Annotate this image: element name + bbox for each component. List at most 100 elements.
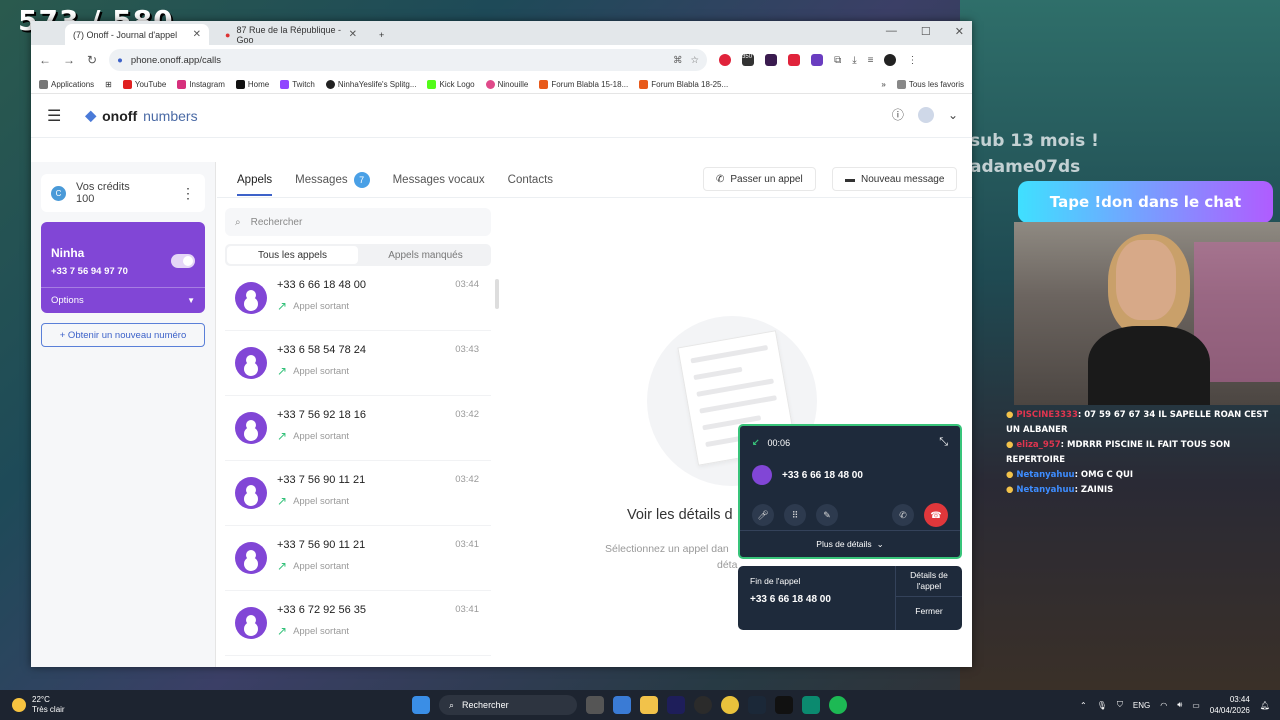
task-view-icon[interactable]: [586, 696, 604, 714]
user-avatar[interactable]: [917, 106, 934, 123]
battery-icon[interactable]: ▭: [1192, 701, 1200, 710]
opera-icon[interactable]: [719, 54, 732, 66]
file-explorer-icon[interactable]: [640, 696, 658, 714]
tab-messages[interactable]: Messages 7: [295, 171, 370, 188]
tab-maps[interactable]: ● 87 Rue de la République - Goo ✕: [217, 24, 365, 45]
contact-avatar-icon: [235, 607, 267, 639]
bookmark-twitch[interactable]: Twitch: [280, 79, 315, 89]
grid-icon[interactable]: ⊞: [105, 80, 112, 89]
extension-icon[interactable]: [788, 54, 801, 66]
download-icon[interactable]: ⤓: [852, 55, 856, 66]
chevron-down-icon[interactable]: ⌄: [948, 108, 958, 122]
translate-icon[interactable]: ⌘: [673, 55, 683, 66]
tab-voicemail[interactable]: Messages vocaux: [393, 174, 485, 186]
new-message-button[interactable]: ▬ Nouveau message: [832, 167, 958, 191]
bookmark-x-home[interactable]: Home: [235, 79, 269, 89]
call-row[interactable]: +33 7 56 92 18 16 ↗ Appel sortant 03:42: [225, 396, 491, 461]
call-row[interactable]: +33 7 56 90 11 21 ↗ Appel sortant 03:41: [225, 526, 491, 591]
spotify-icon[interactable]: [829, 696, 847, 714]
call-row[interactable]: +33 6 66 18 48 00 ↗ Appel sortant 03:44: [225, 266, 491, 331]
bookmark-star-icon[interactable]: ☆: [691, 55, 700, 66]
obs-icon[interactable]: [694, 696, 712, 714]
clock[interactable]: 03:44 04/04/2026: [1210, 694, 1250, 716]
tiktok-icon[interactable]: [775, 696, 793, 714]
all-favorites[interactable]: Tous les favoris: [896, 79, 964, 89]
transfer-call-icon[interactable]: ✆: [892, 504, 914, 526]
bookmark-apps[interactable]: Applications: [39, 79, 94, 89]
filter-all-calls[interactable]: Tous les appels: [227, 246, 358, 264]
call-row[interactable]: +33 7 56 90 11 21 ↗ Appel sortant 03:42: [225, 461, 491, 526]
edit-pencil-icon[interactable]: ✎: [816, 504, 838, 526]
call-type: ↗ Appel sortant: [277, 429, 349, 443]
call-row[interactable]: +33 6 98 25 53 5603:41: [225, 656, 491, 667]
profile-avatar[interactable]: [884, 54, 897, 66]
call-row[interactable]: +33 6 72 92 56 35 ↗ Appel sortant 03:41: [225, 591, 491, 656]
chrome-icon[interactable]: [721, 696, 739, 714]
tab-onoff[interactable]: (7) Onoff - Journal d'appel ✕: [65, 24, 209, 45]
wifi-icon[interactable]: ◠: [1160, 701, 1167, 710]
maximize-icon[interactable]: ☐: [921, 25, 931, 38]
close-icon[interactable]: ✕: [349, 29, 357, 40]
call-row[interactable]: +33 6 58 54 78 24 ↗ Appel sortant 03:43: [225, 331, 491, 396]
bookmark-forum-18-25[interactable]: Forum Blabla 18-25...: [639, 79, 728, 89]
bookmark-ninouille[interactable]: Ninouille: [485, 79, 528, 89]
extension-icon[interactable]: [765, 54, 778, 66]
hang-up-button[interactable]: ☎: [924, 503, 948, 527]
line-toggle[interactable]: [171, 254, 195, 268]
microphone-icon[interactable]: 🎙︎: [1097, 701, 1107, 710]
tab-calls[interactable]: Appels: [237, 164, 273, 196]
options-dropdown[interactable]: Options ▼: [41, 287, 205, 313]
minimize-icon[interactable]: —: [886, 25, 897, 38]
filter-missed-calls[interactable]: Appels manqués: [360, 244, 491, 266]
contact-avatar-icon: [235, 282, 267, 314]
close-icon[interactable]: ✕: [193, 29, 201, 40]
brand-name: onoff: [102, 107, 138, 124]
tab-contacts[interactable]: Contacts: [508, 174, 553, 186]
url-field[interactable]: ● phone.onoff.app/calls ⌘ ☆: [109, 49, 708, 71]
mute-mic-icon[interactable]: 🎤︎: [752, 504, 774, 526]
taskbar-search[interactable]: ⌕ Rechercher: [439, 695, 577, 715]
more-details-button[interactable]: Plus de détails ⌄: [740, 530, 960, 557]
shield-icon[interactable]: [811, 54, 824, 66]
bookmark-instagram[interactable]: Instagram: [177, 79, 225, 89]
bookmark-forum-15-18[interactable]: Forum Blabla 15-18...: [539, 79, 628, 89]
more-bookmarks-icon[interactable]: »: [881, 80, 885, 89]
volume-icon[interactable]: 🔊︎: [1177, 700, 1182, 710]
reload-icon[interactable]: ↻: [87, 53, 97, 67]
media-icon[interactable]: ≡: [868, 55, 874, 66]
make-call-button[interactable]: ✆ Passer un appel: [703, 167, 816, 191]
language-indicator[interactable]: ENG: [1133, 701, 1150, 710]
puzzle-icon[interactable]: ⧉: [834, 55, 841, 66]
new-number-button[interactable]: + Obtenir un nouveau numéro: [41, 323, 205, 347]
shield-icon[interactable]: ⛉: [1117, 700, 1123, 710]
minimize-call-icon[interactable]: ⤡: [939, 436, 948, 449]
ext-badge-icon[interactable]: 350: [742, 54, 755, 66]
bookmark-kick[interactable]: Kick Logo: [427, 79, 475, 89]
keypad-icon[interactable]: ⠿: [784, 504, 806, 526]
new-tab-button[interactable]: +: [371, 24, 392, 45]
streamlabs-icon[interactable]: [802, 696, 820, 714]
more-options-icon[interactable]: ⋮: [181, 185, 195, 202]
back-icon[interactable]: ←: [39, 53, 51, 67]
close-button[interactable]: Fermer: [896, 596, 962, 626]
menu-icon[interactable]: ⋮: [907, 55, 917, 66]
weather-widget[interactable]: 22°C Très clair: [12, 695, 65, 715]
bookmark-splitgate[interactable]: NinhaYeslife's Splitg...: [325, 79, 416, 89]
help-icon[interactable]: ⓘ: [892, 106, 904, 123]
close-window-icon[interactable]: ✕: [955, 25, 964, 38]
chevron-up-icon[interactable]: ⌃: [1080, 701, 1087, 710]
widgets-icon[interactable]: [613, 696, 631, 714]
hamburger-menu-icon[interactable]: ☰: [47, 106, 61, 126]
search-input[interactable]: ⌕ Rechercher: [225, 208, 491, 236]
bookmark-youtube[interactable]: YouTube: [122, 79, 166, 89]
line-card[interactable]: Ninha +33 7 56 94 97 70 Options ▼: [41, 222, 205, 313]
premiere-icon[interactable]: [667, 696, 685, 714]
forward-icon[interactable]: →: [63, 53, 75, 67]
clock-time: 03:44: [1229, 695, 1250, 704]
site-info-icon[interactable]: ●: [117, 55, 123, 66]
call-time: 03:41: [455, 539, 479, 550]
call-details-button[interactable]: Détails de l'appel: [896, 566, 962, 596]
windows-start-icon[interactable]: [412, 696, 430, 714]
steam-icon[interactable]: [748, 696, 766, 714]
notification-bell-icon[interactable]: 🔔︎: [1260, 701, 1270, 710]
